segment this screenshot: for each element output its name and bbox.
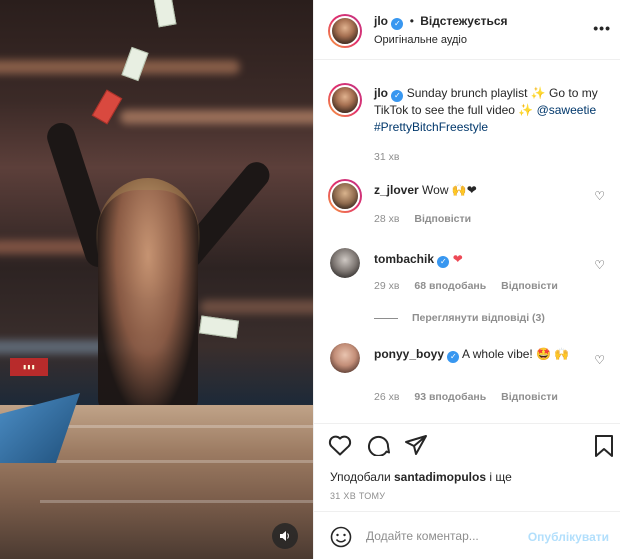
comments-list: jlo ✓ Sunday brunch playlist ✨ Go to my … (314, 61, 620, 423)
comment-text: ponyy_boyy ✓ A whole vibe! 🤩 🙌 (374, 346, 574, 363)
separator: • (409, 14, 414, 28)
emoji-button[interactable] (330, 526, 352, 554)
liked-by-user[interactable]: santadimopulos (394, 470, 486, 484)
money-bill (198, 315, 240, 339)
comment-text: tombachik ✓ ❤ (374, 251, 463, 268)
comment-icon (368, 435, 390, 457)
comment-like-icon[interactable]: ♡ (594, 353, 605, 367)
comment-meta: 29 хв 68 вподобань Відповісти (374, 280, 570, 292)
comment-time: 26 хв (374, 391, 400, 403)
verified-icon: ✓ (437, 256, 450, 268)
header-user-line: jlo ✓ • Відстежується (374, 14, 508, 30)
avatar-image (330, 85, 360, 115)
verified-icon: ✓ (447, 351, 460, 363)
audio-label[interactable]: Оригінальне аудіо (374, 34, 467, 46)
avatar[interactable] (328, 83, 362, 117)
mention-link[interactable]: @saweetie (537, 103, 597, 117)
audio-toggle-button[interactable] (272, 523, 298, 549)
post-side-panel: jlo ✓ • Відстежується Оригінальне аудіо … (313, 0, 620, 559)
post-timestamp[interactable]: 31 ХВ ТОМУ (330, 491, 385, 501)
verified-icon: ✓ (391, 18, 404, 30)
comment-username[interactable]: tombachik (374, 252, 434, 266)
verified-icon: ✓ (391, 90, 404, 102)
follow-status[interactable]: Відстежується (420, 14, 507, 28)
comment-composer: Опублікувати (314, 511, 620, 559)
stage-stripe (40, 425, 313, 428)
comment-time: 28 хв (374, 213, 400, 225)
performer (98, 190, 198, 410)
reply-button[interactable]: Відповісти (501, 280, 558, 292)
avatar-image (330, 248, 360, 278)
stage-sign: ▮▮▮ (10, 358, 48, 376)
post-media[interactable]: ▮▮▮ (0, 0, 313, 559)
post-header: jlo ✓ • Відстежується Оригінальне аудіо … (314, 0, 620, 60)
stage-light (200, 300, 313, 314)
stage-stripe (40, 460, 313, 463)
liked-by-prefix: Уподобали (330, 470, 391, 484)
comment-like-icon[interactable]: ♡ (594, 258, 605, 272)
comment-input[interactable] (366, 524, 526, 548)
smile-icon (330, 526, 352, 548)
avatar[interactable] (328, 14, 362, 48)
stage-light (120, 110, 313, 124)
stage-stripe (40, 500, 313, 503)
comment-meta: 28 хв Відповісти (374, 213, 483, 225)
comment-likes[interactable]: 68 вподобань (414, 280, 486, 292)
bookmark-icon (595, 435, 613, 457)
caption-username[interactable]: jlo (374, 86, 388, 100)
publish-button[interactable]: Опублікувати (528, 530, 609, 544)
comment-body: ❤ (452, 252, 463, 266)
heart-icon (328, 435, 352, 456)
money-gun (91, 89, 123, 125)
avatar-image (330, 16, 360, 46)
view-replies-button[interactable]: Переглянути відповіді (3) (374, 312, 545, 324)
money-bill (121, 46, 149, 82)
comment-text: z_jlover Wow 🙌❤ (374, 182, 477, 199)
avatar[interactable] (328, 179, 362, 213)
like-button[interactable] (328, 434, 352, 462)
avatar[interactable] (330, 343, 360, 373)
share-button[interactable] (404, 434, 428, 462)
view-replies-label: Переглянути відповіді (3) (412, 312, 545, 324)
hashtag-link[interactable]: #PrettyBitchFreestyle (374, 120, 488, 134)
comment-body: Wow 🙌❤ (422, 183, 477, 197)
comment-likes[interactable]: 93 вподобань (414, 391, 486, 403)
comment-time: 29 хв (374, 280, 400, 292)
caption-text: jlo ✓ Sunday brunch playlist ✨ Go to my … (374, 85, 604, 136)
liked-by: Уподобали santadimopulos і ще (330, 470, 512, 484)
avatar-image (330, 343, 360, 373)
save-button[interactable] (594, 434, 614, 464)
reply-button[interactable]: Відповісти (501, 391, 558, 403)
comment-like-icon[interactable]: ♡ (594, 189, 605, 203)
post-actions: Уподобали santadimopulos і ще 31 ХВ ТОМУ (314, 423, 620, 511)
header-username[interactable]: jlo (374, 14, 388, 28)
reply-button[interactable]: Відповісти (414, 213, 471, 225)
speaker-icon (280, 531, 289, 541)
avatar-image (330, 181, 360, 211)
stage-light (0, 60, 240, 74)
send-icon (405, 435, 427, 455)
caption-meta: 31 хв (374, 151, 411, 163)
comment-username[interactable]: ponyy_boyy (374, 347, 444, 361)
more-options-icon[interactable]: ••• (593, 20, 611, 36)
comment-body: A whole vibe! 🤩 🙌 (462, 347, 570, 361)
avatar[interactable] (330, 248, 360, 278)
comment-meta: 26 хв 93 вподобань Відповісти (374, 391, 570, 403)
comment-username[interactable]: z_jlover (374, 183, 419, 197)
liked-by-suffix[interactable]: і ще (489, 470, 511, 484)
caption-time: 31 хв (374, 151, 400, 163)
divider (374, 317, 398, 319)
money-bill (153, 0, 177, 28)
comment-button[interactable] (366, 434, 390, 462)
